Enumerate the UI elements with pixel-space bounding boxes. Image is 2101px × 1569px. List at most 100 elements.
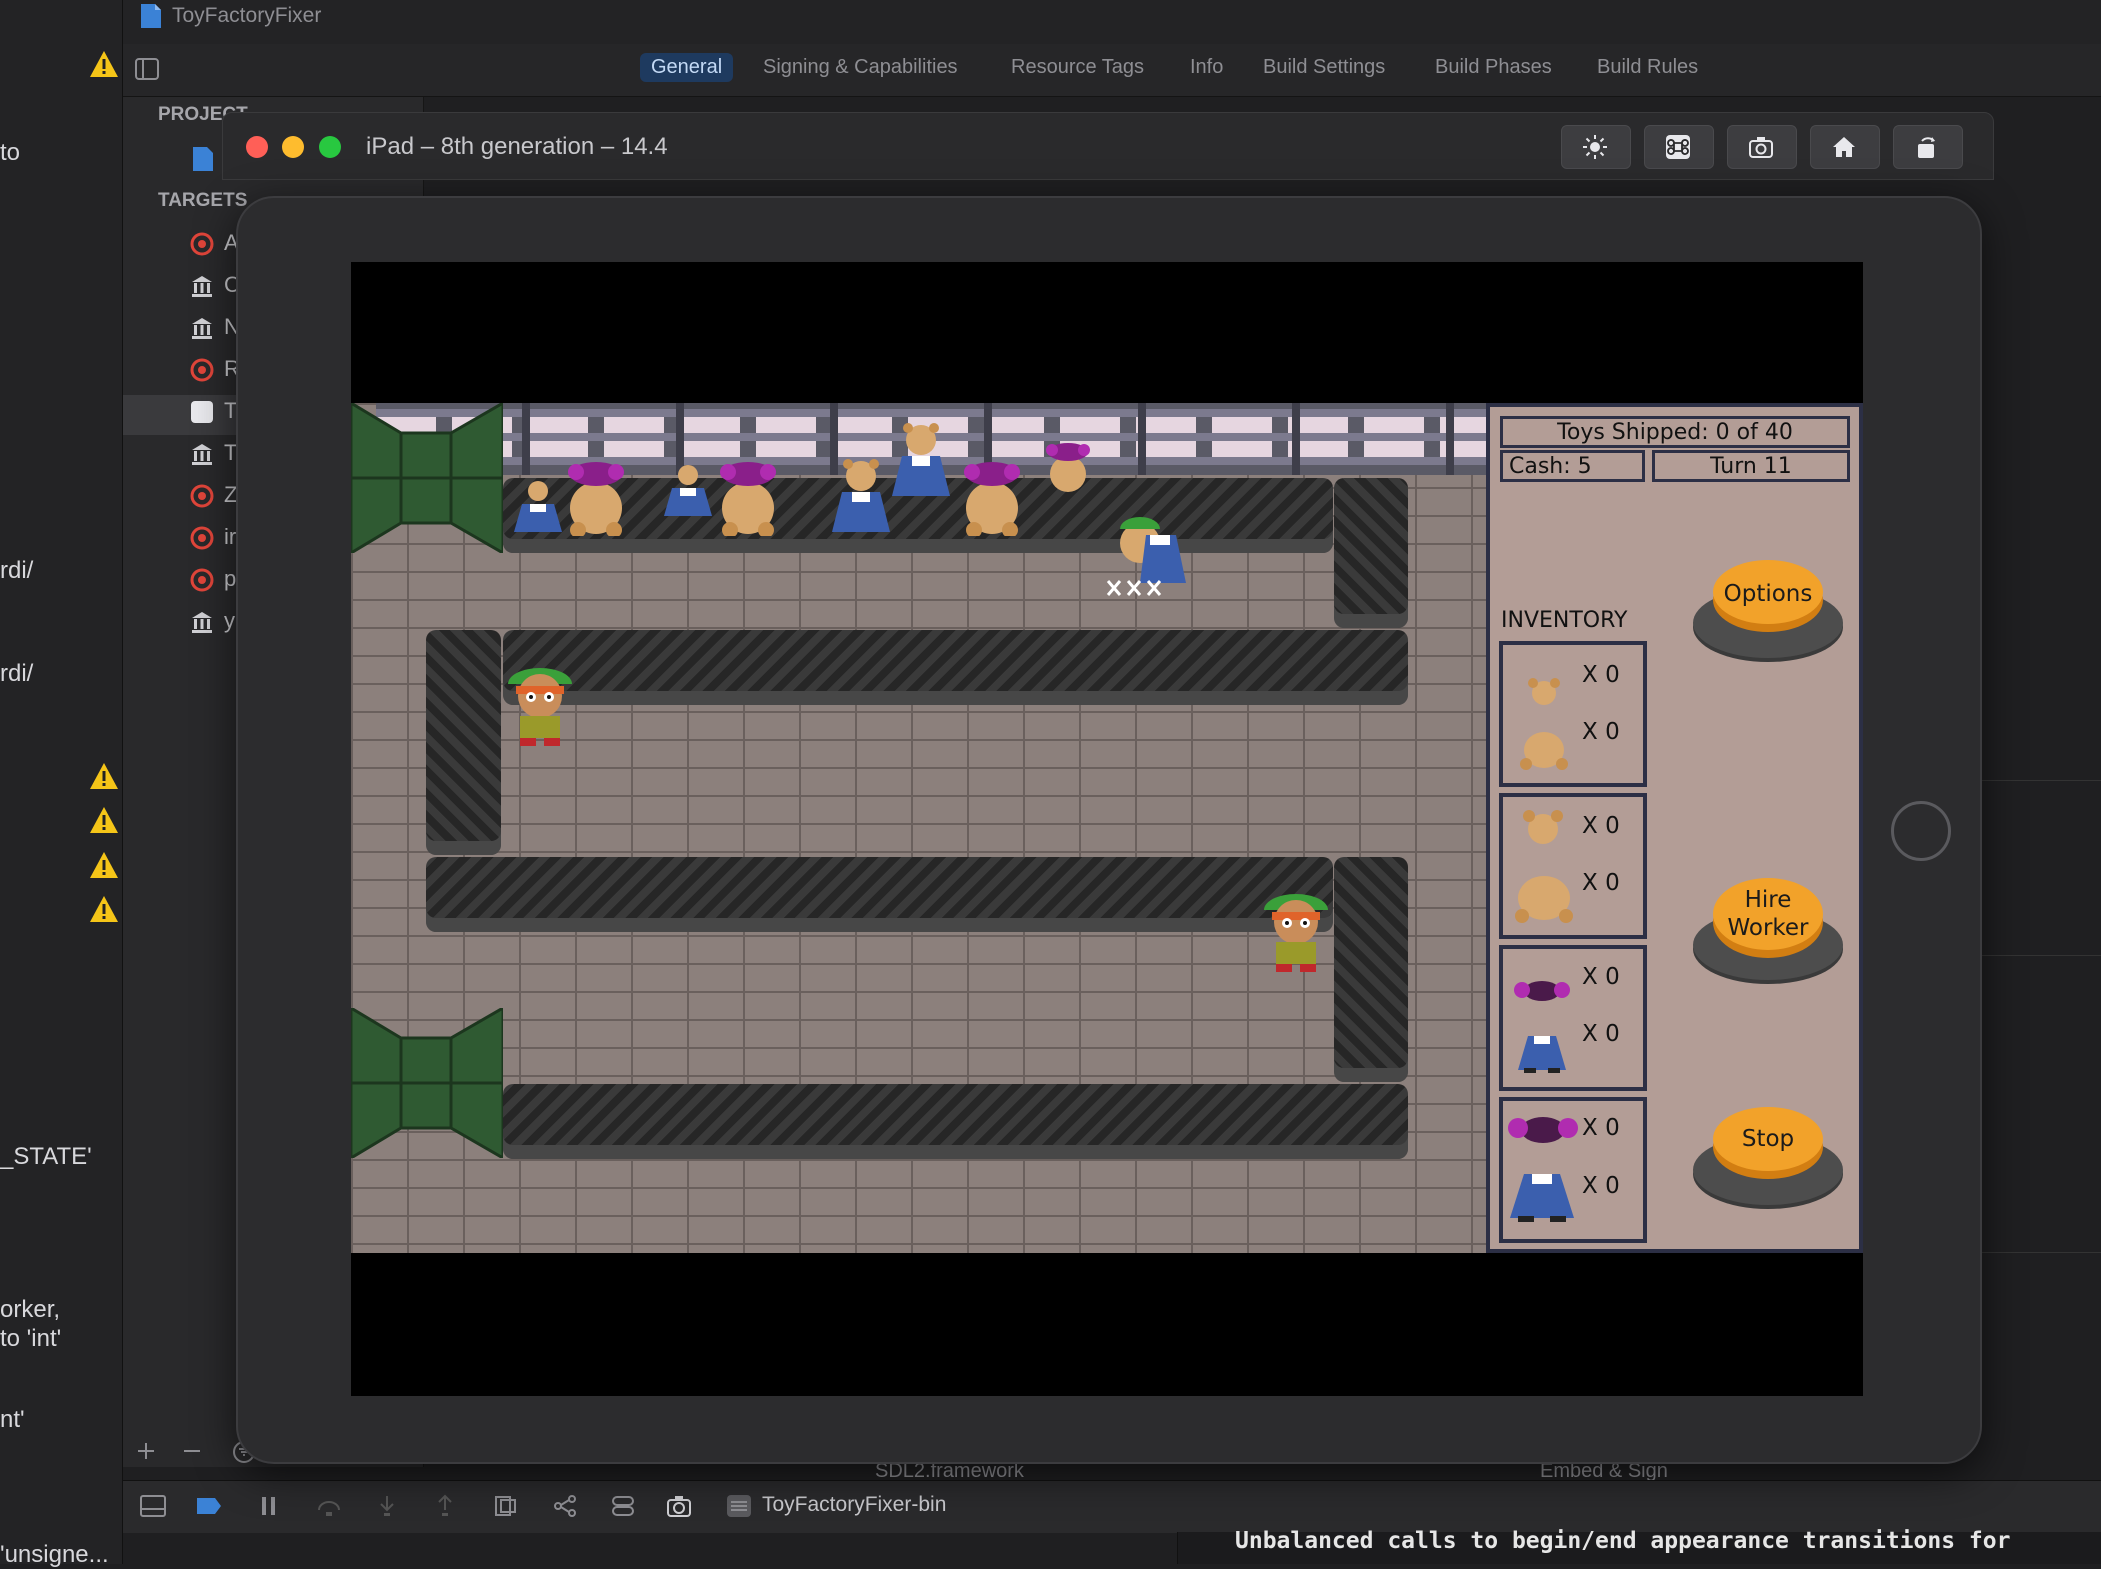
debug-bar — [123, 1480, 2101, 1533]
view-debugger-icon[interactable] — [492, 1494, 518, 1518]
conveyor-belt — [503, 1084, 1408, 1159]
targets-header: TARGETS — [158, 190, 248, 211]
app-target-icon — [191, 401, 213, 423]
rotate-button[interactable] — [1893, 125, 1963, 169]
conveyor-belt — [1334, 857, 1408, 1082]
doll-with-bear-head-icon — [892, 423, 950, 496]
bear-head-icon — [1523, 810, 1563, 844]
target-item-selected[interactable]: T — [190, 398, 237, 428]
issue-text[interactable]: nt' — [0, 1405, 25, 1434]
brightness-icon — [1583, 135, 1607, 159]
tab-general[interactable]: General — [640, 53, 734, 82]
minimize-window-button[interactable] — [282, 136, 304, 158]
library-item[interactable]: y — [190, 608, 235, 638]
tab-build-phases[interactable]: Build Phases — [1435, 56, 1552, 79]
remove-icon[interactable] — [182, 1441, 202, 1461]
add-icon[interactable] — [136, 1441, 156, 1461]
stop-button[interactable]: Stop — [1693, 1107, 1843, 1219]
options-button-label: Options — [1723, 581, 1813, 607]
tab-resource-tags[interactable]: Resource Tags — [1011, 56, 1144, 79]
environment-overrides-icon[interactable] — [610, 1494, 636, 1518]
elf-worker-icon[interactable] — [1256, 892, 1336, 974]
tab-build-rules[interactable]: Build Rules — [1597, 56, 1698, 79]
library-icon — [192, 612, 212, 633]
target-icon — [190, 484, 214, 508]
cash-counter: Cash: 5 — [1500, 450, 1645, 482]
doll-dress-icon — [1510, 1174, 1574, 1222]
library-icon — [192, 444, 212, 465]
conveyor-belt — [503, 630, 1408, 705]
library-item[interactable]: C — [190, 272, 240, 302]
memory-graph-icon[interactable] — [552, 1494, 578, 1518]
breakpoints-icon[interactable] — [196, 1494, 222, 1518]
hide-debug-area-icon[interactable] — [140, 1494, 166, 1518]
project-title: ToyFactoryFixer — [172, 4, 322, 27]
step-into-icon[interactable] — [374, 1494, 400, 1518]
options-button[interactable]: Options — [1693, 560, 1843, 672]
teddy-bear-icon — [1046, 443, 1090, 492]
library-item[interactable]: T — [190, 440, 237, 470]
issue-text[interactable]: orker, — [0, 1295, 60, 1324]
doll-hair-icon — [1514, 981, 1570, 1001]
warning-icon — [90, 807, 118, 833]
close-window-button[interactable] — [246, 136, 268, 158]
target-item[interactable]: R — [190, 356, 240, 386]
hire-worker-label-line1: Hire — [1744, 887, 1792, 913]
shipping-bin — [351, 1008, 503, 1158]
doll-with-bear-head-icon — [832, 459, 890, 532]
library-icon — [192, 276, 212, 297]
screenshot-button[interactable] — [1727, 125, 1797, 169]
elf-worker-icon[interactable] — [500, 666, 580, 748]
issue-text[interactable]: to — [0, 138, 20, 167]
issue-navigator: to rdi/ rdi/ _STATE' orker, to 'int' nt'… — [0, 0, 123, 1568]
step-out-icon[interactable] — [432, 1494, 458, 1518]
scheme-icon[interactable] — [726, 1494, 752, 1518]
scheme-selector[interactable]: ToyFactoryFixer-bin — [762, 1493, 946, 1517]
target-item[interactable]: ir — [190, 524, 236, 554]
toys-shipped-counter: Toys Shipped: 0 of 40 — [1500, 416, 1850, 448]
teddy-bear-icon — [568, 462, 624, 536]
tab-signing[interactable]: Signing & Capabilities — [763, 56, 958, 79]
teddy-bear-icon — [720, 462, 776, 536]
command-button[interactable] — [1644, 125, 1714, 169]
camera-icon[interactable] — [666, 1494, 692, 1518]
step-over-icon[interactable] — [316, 1494, 342, 1518]
project-file-icon — [141, 4, 161, 28]
bear-body-icon — [1515, 876, 1573, 923]
library-item[interactable]: N — [190, 314, 240, 344]
issue-text[interactable]: rdi/ — [0, 659, 33, 688]
issue-text[interactable]: 'unsigne... — [0, 1540, 109, 1569]
target-icon — [190, 526, 214, 550]
tab-build-settings[interactable]: Build Settings — [1263, 56, 1385, 79]
device-home-button[interactable] — [1891, 801, 1951, 861]
turn-counter: Turn 11 — [1652, 450, 1850, 482]
issue-text[interactable]: to 'int' — [0, 1324, 61, 1353]
teddy-bear-icon — [964, 462, 1020, 536]
project-file-icon[interactable] — [192, 146, 214, 172]
hire-worker-button[interactable]: Hire Worker — [1693, 878, 1843, 990]
target-item[interactable]: Z — [190, 482, 237, 512]
small-doll-icon — [514, 481, 562, 532]
elf-worker-carrying-icon[interactable] — [1106, 515, 1188, 601]
inventory-count: X 0 — [1582, 964, 1620, 990]
issue-text[interactable]: _STATE' — [0, 1142, 92, 1171]
zoom-window-button[interactable] — [319, 136, 341, 158]
target-icon — [190, 358, 214, 382]
console-output: Unbalanced calls to begin/end appearance… — [1235, 1528, 2011, 1554]
library-icon — [192, 318, 212, 339]
rotate-icon — [1918, 137, 1935, 158]
issue-text[interactable]: rdi/ — [0, 556, 33, 585]
sidebar-toggle-icon[interactable] — [135, 58, 159, 80]
inventory-count: X 0 — [1582, 870, 1620, 896]
target-item[interactable]: p — [190, 566, 236, 596]
bear-head-icon — [1528, 678, 1560, 705]
inventory-count: X 0 — [1582, 1115, 1620, 1141]
target-item[interactable]: A — [190, 230, 239, 260]
doll-hair-icon — [1508, 1117, 1578, 1143]
pause-icon[interactable] — [256, 1494, 282, 1518]
home-button-toolbar[interactable] — [1810, 125, 1880, 169]
warning-icon — [90, 51, 118, 77]
brightness-button[interactable] — [1561, 125, 1631, 169]
tab-info[interactable]: Info — [1190, 56, 1223, 79]
target-icon — [190, 232, 214, 256]
